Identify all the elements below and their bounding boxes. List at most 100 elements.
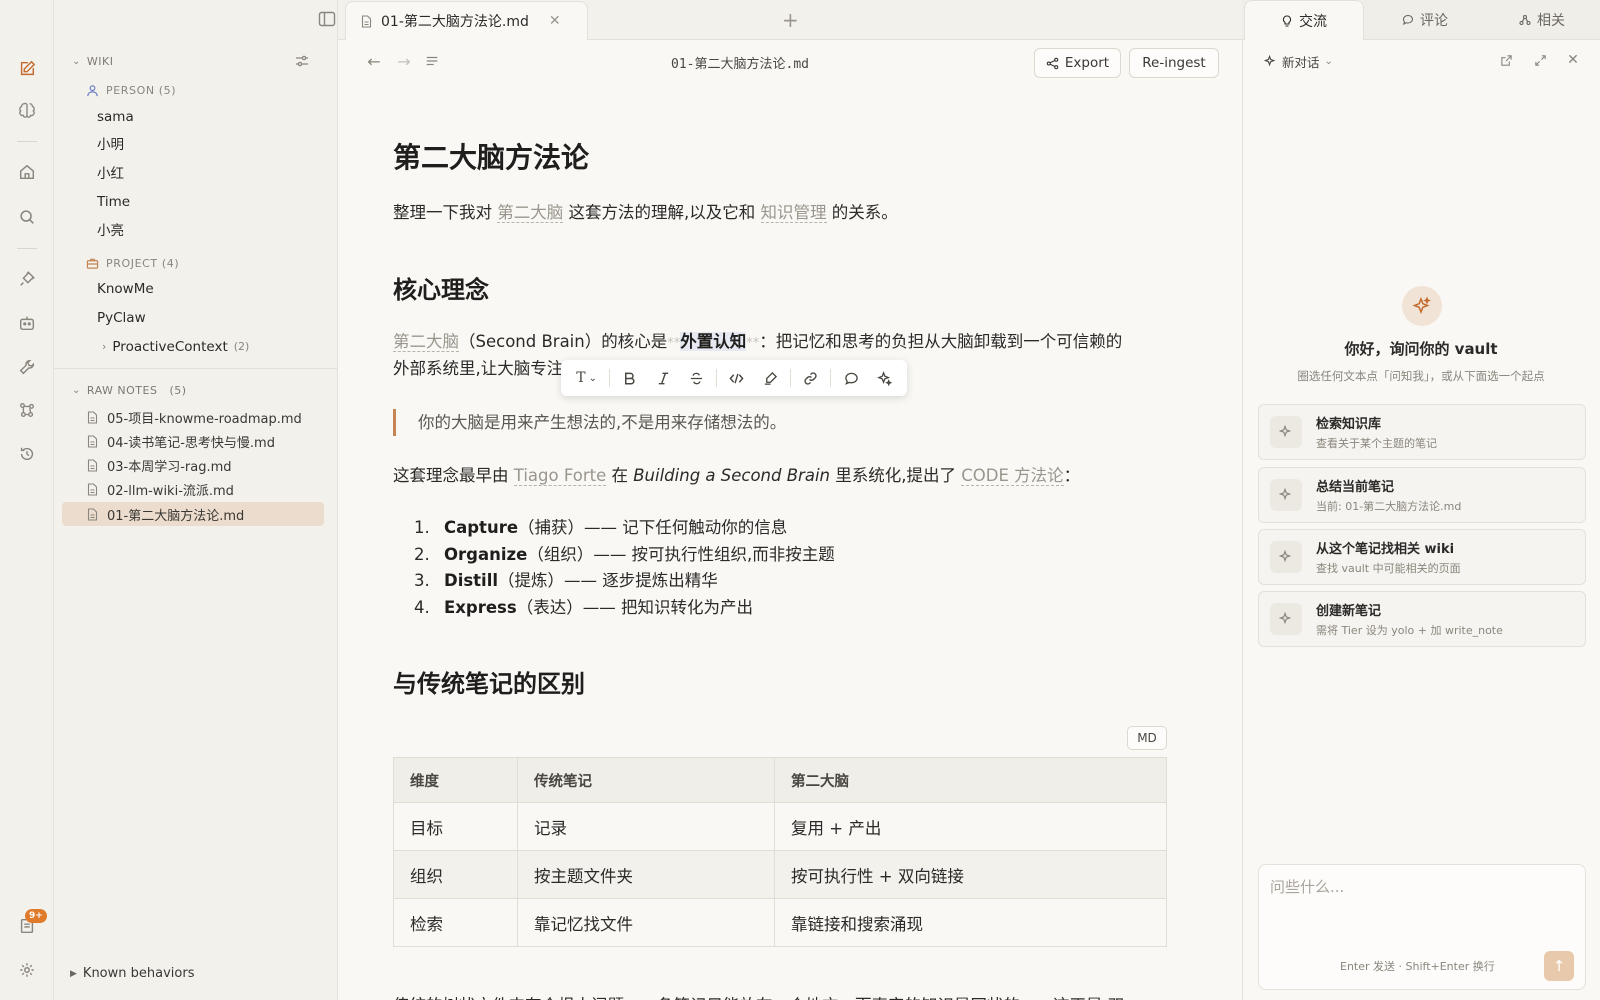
wikilink[interactable]: Tiago Forte [513,466,607,486]
core-paragraph-line2: 外部系统里,让大脑专注 [393,359,564,378]
project-group-header[interactable]: PROJECT (4) [86,257,179,270]
new-tab-plus-icon[interactable]: + [782,8,799,32]
wiki-section-header[interactable]: ⌄ WIKI [72,55,113,68]
close-tab-icon[interactable]: ✕ [549,13,561,29]
toolbar-divider [716,369,718,387]
plugin-icon[interactable] [15,267,39,291]
greeting-subtitle: 圈选任何文本点「问知我」，或从下面选一个起点 [1297,369,1545,383]
suggestion-card[interactable]: 创建新笔记 需将 Tier 设为 yolo + 加 write_note [1258,591,1586,647]
export-button[interactable]: Export [1034,48,1121,78]
raw-note-item[interactable]: 02-llm-wiki-流派.md [62,477,324,501]
bot-icon[interactable] [15,311,39,335]
chat-hint: Enter 发送 · Shift+Enter 换行 [1340,960,1495,973]
format-toolbar: T ⌄ [561,360,907,396]
tab-comments[interactable]: 评论 [1366,0,1484,40]
table-cell[interactable]: 检索 [393,898,518,947]
table-cell[interactable]: 靠链接和搜索涌现 [774,898,1167,947]
tab-related[interactable]: 相关 [1484,0,1600,40]
person-item[interactable]: 小亮 [97,219,124,243]
strikethrough-icon[interactable] [680,363,713,393]
suggestion-card[interactable]: 从这个笔记找相关 wiki 查找 vault 中可能相关的页面 [1258,529,1586,585]
table-row: 组织 按主题文件夹 按可执行性 + 双向链接 [393,850,1167,899]
filter-settings-icon[interactable] [294,53,310,69]
wikilink[interactable]: 第二大脑 [393,332,459,352]
forward-arrow-icon[interactable]: → [395,52,413,71]
back-arrow-icon[interactable]: ← [365,52,383,71]
reingest-button[interactable]: Re-ingest [1129,48,1219,78]
table-cell[interactable]: 靠记忆找文件 [517,898,775,947]
share-icon [1046,57,1059,69]
suggestion-card[interactable]: 总结当前笔记 当前: 01-第二大脑方法论.md [1258,467,1586,523]
wrench-icon[interactable] [15,355,39,379]
bold-icon[interactable] [613,363,646,393]
intro-paragraph: 整理一下我对 第二大脑 这套方法的理解,以及它和 知识管理 的关系。 [393,203,898,223]
selected-bold-text[interactable]: 外置认知 [680,332,747,351]
raw-note-item-active[interactable]: 01-第二大脑方法论.md [62,502,324,526]
sparkle-icon [1402,286,1442,326]
table-header: 维度 [393,757,518,803]
list-item: 2. Organize（组织）—— 按可执行性组织,而非按主题 [414,544,835,564]
highlighter-icon[interactable] [754,363,787,393]
sidebar-toggle-icon[interactable] [318,11,336,27]
home-icon[interactable] [15,160,39,184]
raw-note-item[interactable]: 05-项目-knowme-roadmap.md [62,405,324,429]
ai-sparkle-icon[interactable] [868,363,901,393]
text-style-dropdown[interactable]: T ⌄ [567,363,606,393]
raw-note-item[interactable]: 04-读书笔记-思考快与慢.md [62,429,324,453]
table-cell[interactable]: 目标 [393,802,518,851]
wikilink[interactable]: 知识管理 [760,203,827,223]
open-external-icon[interactable] [1498,52,1514,68]
wikilink[interactable]: 第二大脑 [497,203,564,223]
tab-chat[interactable]: 交流 [1244,0,1364,40]
person-item[interactable]: 小明 [97,133,124,157]
suggestion-card[interactable]: 检索知识库 查看关于某个主题的笔记 [1258,404,1586,460]
file-icon [87,507,98,521]
toolbar-divider [830,369,832,387]
list-item: 4. Express（表达）—— 把知识转化为产出 [414,597,753,617]
known-behaviors-toggle[interactable]: ▶ Known behaviors [70,966,194,981]
close-panel-icon[interactable]: ✕ [1565,52,1581,68]
person-group-header[interactable]: PERSON (5) [86,84,176,97]
brain-icon[interactable] [15,98,39,122]
comment-icon[interactable] [834,363,867,393]
project-item[interactable]: PyClaw [97,306,146,330]
history-icon[interactable] [15,442,39,466]
chevron-down-icon: ⌄ [72,385,81,396]
raw-notes-header[interactable]: ⌄ RAW NOTES (5) [72,384,187,397]
chat-placeholder: 问些什么... [1270,878,1345,896]
person-icon [87,85,98,97]
table-cell[interactable]: 复用 + 产出 [774,802,1167,851]
blockquote: 你的大脑是用来产生想法的,不是用来存储想法的。 [393,409,786,436]
italic-icon[interactable] [647,363,680,393]
origin-paragraph: 这套理念最早由 Tiago Forte 在 Building a Second … [393,466,1081,486]
outline-menu-icon[interactable] [423,52,441,70]
project-subfolder[interactable]: › ProactiveContext (2) [102,335,249,359]
wikilink[interactable]: CODE 方法论 [961,466,1064,486]
table-cell[interactable]: 组织 [393,850,518,899]
file-icon [87,410,98,424]
code-icon[interactable] [720,363,753,393]
md-view-toggle-button[interactable]: MD [1127,726,1167,750]
send-button[interactable]: ↑ [1544,951,1574,981]
person-item[interactable]: 小红 [97,162,124,186]
edit-note-icon[interactable] [15,57,39,81]
graph-icon[interactable] [15,398,39,422]
person-item[interactable]: Time [97,190,130,214]
search-icon[interactable] [15,205,39,229]
table-cell[interactable]: 记录 [517,802,775,851]
sidebar-divider [54,368,338,369]
toolbar-divider [609,369,611,387]
table-cell[interactable]: 按主题文件夹 [517,850,775,899]
file-icon [361,14,372,28]
project-item[interactable]: KnowMe [97,277,154,301]
table-cell[interactable]: 按可执行性 + 双向链接 [774,850,1167,899]
raw-note-item[interactable]: 03-本周学习-rag.md [62,453,324,477]
markdown-marker: ** [746,336,760,351]
settings-gear-icon[interactable] [15,958,39,982]
section-heading-core: 核心理念 [393,276,489,304]
expand-icon[interactable] [1532,52,1548,68]
tab-active-note[interactable]: 01-第二大脑方法论.md ✕ [345,1,588,40]
new-conversation-dropdown[interactable]: 新对话 ⌄ [1264,52,1333,71]
person-item[interactable]: sama [97,105,134,129]
link-icon[interactable] [794,363,827,393]
